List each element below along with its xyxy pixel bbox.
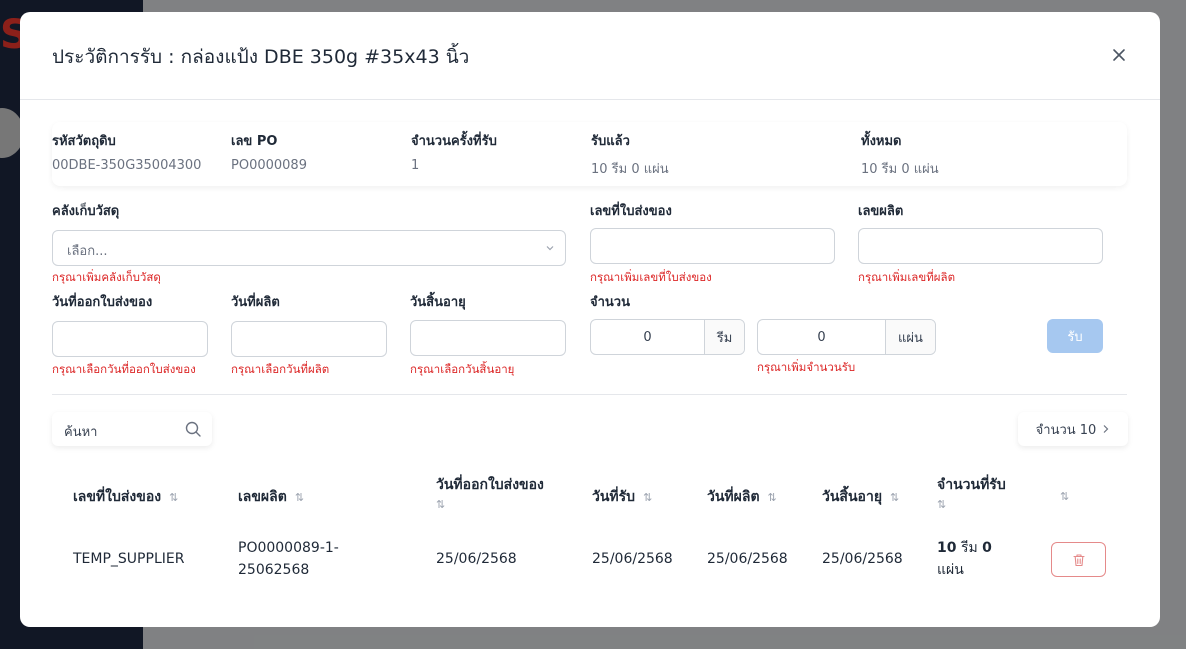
- sort-icon[interactable]: ⇅: [643, 491, 652, 504]
- exp-date-label: วันสิ้นอายุ: [410, 295, 466, 310]
- cell-delivery-date: 25/06/2568: [436, 551, 517, 567]
- warehouse-label: คลังเก็บวัสดุ: [52, 204, 120, 219]
- delivery-date-error: กรุณาเลือกวันที่ออกใบส่งของ: [52, 362, 196, 376]
- receive-button[interactable]: รับ: [1047, 319, 1103, 353]
- sort-icon[interactable]: ⇅: [937, 498, 946, 511]
- table-header-lot[interactable]: เลขผลิต ⇅: [238, 486, 304, 508]
- modal-header: ประวัติการรับ : กล่องแป้ง DBE 350g #35x4…: [20, 12, 1160, 100]
- qty-sheet-unit: แผ่น: [937, 562, 964, 578]
- header-label: เลขที่ใบส่งของ: [73, 489, 162, 505]
- cell-exp-date: 25/06/2568: [822, 551, 903, 567]
- quantity-label: จำนวน: [590, 295, 630, 310]
- info-value: 10 รีม 0 แผ่น: [591, 162, 669, 177]
- warehouse-select-placeholder: เลือก...: [67, 244, 108, 259]
- ream-quantity-input[interactable]: 0 รีม: [590, 319, 745, 355]
- info-material-code: รหัสวัตถุดิบ 00DBE-350G35004300: [52, 130, 201, 173]
- table-header-mfg-date[interactable]: วันที่ผลิต ⇅: [707, 486, 777, 508]
- qty-sheet-num: 0: [982, 540, 992, 556]
- table-header-delivery-date[interactable]: วันที่ออกใบส่งของ ⇅: [436, 474, 544, 511]
- ream-unit: รีม: [704, 320, 744, 354]
- qty-ream-num: 10: [937, 540, 957, 556]
- header-label: จำนวนที่รับ: [937, 477, 1006, 493]
- info-value: 00DBE-350G35004300: [52, 158, 202, 173]
- cell-received-date: 25/06/2568: [592, 551, 673, 567]
- delivery-no-error: กรุณาเพิ่มเลขที่ใบส่งของ: [590, 270, 712, 284]
- sort-icon[interactable]: ⇅: [169, 491, 178, 504]
- trash-icon: [1072, 553, 1085, 566]
- warehouse-error: กรุณาเพิ่มคลังเก็บวัสดุ: [52, 270, 161, 284]
- sheet-quantity-input[interactable]: 0 แผ่น: [757, 319, 936, 355]
- cell-quantity: 10 รีม 0 แผ่น: [937, 537, 1017, 581]
- chevron-right-icon: [1103, 425, 1109, 433]
- cell-lot: PO0000089-1-25062568: [238, 540, 339, 578]
- receive-history-modal: ประวัติการรับ : กล่องแป้ง DBE 350g #35x4…: [20, 12, 1160, 627]
- delivery-no-input[interactable]: [590, 228, 835, 264]
- delivery-date-input[interactable]: [52, 321, 208, 357]
- info-value: 10 รีม 0 แผ่น: [861, 162, 939, 177]
- ream-value[interactable]: 0: [591, 320, 704, 354]
- close-icon[interactable]: [1110, 46, 1128, 64]
- lot-label: เลขผลิต: [858, 204, 904, 219]
- qty-ream-unit: รีม: [960, 540, 978, 556]
- info-value: PO0000089: [231, 158, 307, 173]
- info-total: ทั้งหมด 10 รีม 0 แผ่น: [861, 130, 939, 179]
- quantity-error: กรุณาเพิ่มจำนวนรับ: [757, 360, 856, 374]
- info-received: รับแล้ว 10 รีม 0 แผ่น: [591, 130, 669, 179]
- table-header-exp-date[interactable]: วันสิ้นอายุ ⇅: [822, 486, 899, 508]
- sheet-value[interactable]: 0: [758, 320, 885, 354]
- mfg-date-input[interactable]: [231, 321, 387, 357]
- info-value: 1: [411, 158, 420, 173]
- header-label: วันที่ออกใบส่งของ: [436, 477, 544, 493]
- cell-mfg-date: 25/06/2568: [707, 551, 788, 567]
- info-receive-count: จำนวนครั้งที่รับ 1: [411, 130, 497, 173]
- warehouse-select[interactable]: เลือก...: [52, 230, 566, 266]
- table-header-received-date[interactable]: วันที่รับ ⇅: [592, 486, 652, 508]
- page-size-label: จำนวน 10: [1035, 422, 1097, 438]
- material-info-summary: รหัสวัตถุดิบ 00DBE-350G35004300 เลข PO P…: [52, 122, 1127, 186]
- lot-input[interactable]: [858, 228, 1103, 264]
- cell-delivery-no: TEMP_SUPPLIER: [73, 551, 185, 567]
- lot-error: กรุณาเพิ่มเลขที่ผลิต: [858, 270, 956, 284]
- info-po: เลข PO PO0000089: [231, 130, 307, 173]
- exp-date-input[interactable]: [410, 320, 566, 356]
- sort-icon[interactable]: ⇅: [436, 498, 445, 511]
- info-label: ทั้งหมด: [861, 134, 902, 149]
- sort-icon[interactable]: ⇅: [295, 491, 304, 504]
- chevron-down-icon: [546, 246, 554, 251]
- divider: [52, 394, 1127, 395]
- header-label: เลขผลิต: [238, 489, 287, 505]
- mfg-date-label: วันที่ผลิต: [231, 295, 280, 310]
- sort-icon[interactable]: ⇅: [768, 491, 777, 504]
- search-input[interactable]: ค้นหา: [52, 412, 212, 446]
- table-header-quantity[interactable]: จำนวนที่รับ ⇅: [937, 474, 1006, 511]
- header-label: วันที่รับ: [592, 489, 636, 505]
- modal-title: ประวัติการรับ : กล่องแป้ง DBE 350g #35x4…: [52, 46, 470, 68]
- delivery-date-label: วันที่ออกใบส่งของ: [52, 295, 153, 310]
- table-header-delivery-no[interactable]: เลขที่ใบส่งของ ⇅: [73, 486, 178, 508]
- delivery-no-label: เลขที่ใบส่งของ: [590, 204, 672, 219]
- info-label: จำนวนครั้งที่รับ: [411, 134, 497, 149]
- info-label: รหัสวัตถุดิบ: [52, 134, 116, 149]
- page-size-select[interactable]: จำนวน 10: [1018, 412, 1128, 446]
- delete-button[interactable]: [1051, 542, 1106, 577]
- info-label: รับแล้ว: [591, 134, 630, 149]
- header-label: วันสิ้นอายุ: [822, 489, 883, 505]
- sheet-unit: แผ่น: [885, 320, 935, 354]
- info-label: เลข PO: [231, 134, 278, 149]
- search-placeholder: ค้นหา: [64, 425, 98, 440]
- sort-icon[interactable]: ⇅: [890, 491, 899, 504]
- mfg-date-error: กรุณาเลือกวันที่ผลิต: [231, 362, 330, 376]
- header-label: วันที่ผลิต: [707, 489, 760, 505]
- sort-icon[interactable]: ⇅: [1060, 490, 1069, 503]
- exp-date-error: กรุณาเลือกวันสิ้นอายุ: [410, 362, 515, 376]
- search-icon[interactable]: [184, 420, 202, 438]
